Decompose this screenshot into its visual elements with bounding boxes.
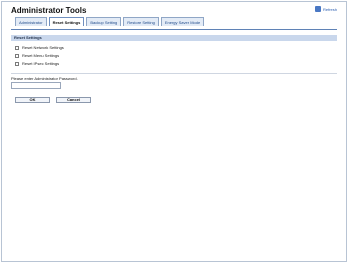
admin-tools-window: Administrator Tools Refresh Administrato… [1, 1, 347, 262]
reset-menu-checkbox[interactable] [15, 53, 19, 58]
refresh-icon [314, 6, 321, 12]
option-reset-ipsec: Reset IPsec Settings [15, 61, 59, 66]
section-header: Reset Settings [11, 35, 337, 41]
password-label: Please enter Administrator Password. [11, 76, 78, 81]
password-field[interactable] [11, 82, 61, 89]
refresh-link[interactable]: Refresh [314, 6, 337, 12]
page-title: Administrator Tools [11, 6, 87, 15]
reset-menu-label: Reset Menu Settings [22, 53, 60, 58]
tab-reset-settings[interactable]: Reset Settings [48, 17, 85, 26]
refresh-label: Refresh [322, 6, 337, 12]
reset-network-label: Reset Network Settings [22, 45, 64, 50]
divider [11, 73, 337, 74]
tab-energy-saver-mode[interactable]: Energy Saver Mode [160, 17, 205, 26]
reset-ipsec-checkbox[interactable] [15, 61, 19, 66]
tab-backup-setting[interactable]: Backup Setting [86, 17, 122, 26]
ok-button[interactable]: OK [15, 97, 50, 103]
tab-restore-setting[interactable]: Restore Setting [123, 17, 159, 26]
reset-ipsec-label: Reset IPsec Settings [22, 61, 60, 66]
tab-bar: Administrator Reset Settings Backup Sett… [15, 17, 205, 26]
option-reset-network: Reset Network Settings [15, 45, 64, 50]
tab-administrator[interactable]: Administrator [15, 17, 47, 26]
cancel-button[interactable]: Cancel [56, 97, 91, 103]
option-reset-menu: Reset Menu Settings [15, 53, 59, 58]
tab-underline [11, 29, 337, 30]
reset-network-checkbox[interactable] [15, 45, 19, 50]
